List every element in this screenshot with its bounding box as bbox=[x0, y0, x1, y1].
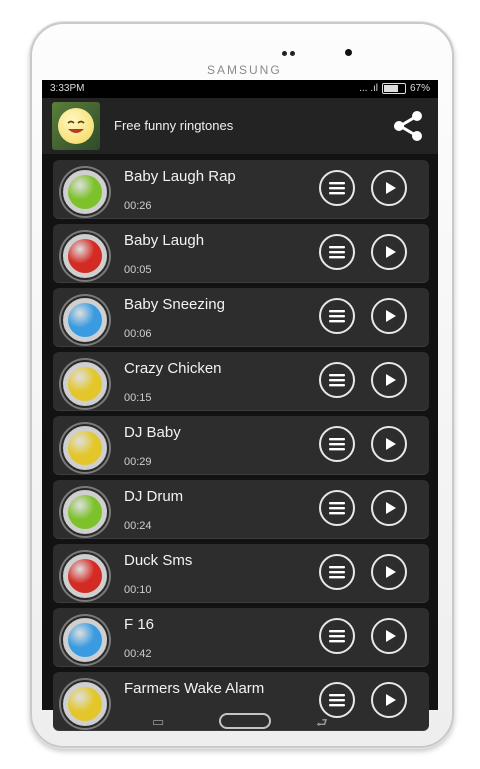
play-icon[interactable] bbox=[371, 362, 407, 398]
ringtone-duration: 00:42 bbox=[124, 648, 152, 660]
ringtone-duration: 00:05 bbox=[124, 264, 152, 276]
device-nav-bar: ▭ ⮐ bbox=[42, 710, 438, 734]
recent-apps-key[interactable]: ▭ bbox=[152, 714, 164, 730]
menu-icon[interactable] bbox=[319, 170, 355, 206]
battery-level: 67% bbox=[409, 83, 430, 94]
ringtone-lamp-icon bbox=[61, 488, 109, 536]
ringtone-lamp-icon bbox=[61, 616, 109, 664]
ringtone-duration: 00:26 bbox=[124, 200, 152, 212]
ringtone-row[interactable]: Baby Laugh Rap 00:26 bbox=[53, 160, 429, 219]
menu-icon[interactable] bbox=[319, 490, 355, 526]
status-bar: 3:33PM ... .ıl 67% bbox=[42, 80, 438, 98]
ringtone-name: Baby Sneezing bbox=[124, 296, 225, 313]
ringtone-lamp-icon bbox=[61, 168, 109, 216]
sensor-dot bbox=[282, 51, 287, 56]
play-icon[interactable] bbox=[371, 234, 407, 270]
ringtone-duration: 00:06 bbox=[124, 328, 152, 340]
ringtone-lamp-icon bbox=[61, 296, 109, 344]
ringtone-name: F 16 bbox=[124, 616, 155, 633]
menu-icon[interactable] bbox=[319, 362, 355, 398]
ringtone-row[interactable]: Baby Sneezing 00:06 bbox=[53, 288, 429, 347]
play-icon[interactable] bbox=[371, 170, 407, 206]
ringtone-duration: 00:29 bbox=[124, 456, 152, 468]
ringtone-lamp-icon bbox=[61, 360, 109, 408]
ringtone-row[interactable]: Duck Sms 00:10 bbox=[53, 544, 429, 603]
ringtone-list: Baby Laugh Rap 00:26 Baby Laugh 00:05 Baby S… bbox=[53, 160, 429, 736]
brand-label: SAMSUNG bbox=[207, 63, 282, 77]
sensor-dot bbox=[290, 51, 295, 56]
ringtone-name: Duck Sms bbox=[124, 552, 193, 569]
ringtone-name: DJ Baby bbox=[124, 424, 181, 441]
back-key[interactable]: ⮐ bbox=[316, 714, 328, 736]
ringtone-duration: 00:10 bbox=[124, 584, 152, 596]
app-title: Free funny ringtones bbox=[114, 118, 234, 133]
ringtone-name: Crazy Chicken bbox=[124, 360, 222, 377]
ringtone-lamp-icon bbox=[61, 232, 109, 280]
ringtone-name: Baby Laugh Rap bbox=[124, 168, 236, 185]
app-bar: Free funny ringtones bbox=[42, 98, 438, 154]
status-time: 3:33PM bbox=[50, 83, 85, 94]
menu-icon[interactable] bbox=[319, 618, 355, 654]
menu-icon[interactable] bbox=[319, 298, 355, 334]
menu-icon[interactable] bbox=[319, 234, 355, 270]
ringtone-name: Farmers Wake Alarm bbox=[124, 680, 265, 697]
home-key[interactable] bbox=[219, 713, 271, 729]
front-camera bbox=[345, 49, 352, 56]
play-icon[interactable] bbox=[371, 426, 407, 462]
ringtone-name: DJ Drum bbox=[124, 488, 184, 505]
menu-icon[interactable] bbox=[319, 554, 355, 590]
play-icon[interactable] bbox=[371, 298, 407, 334]
ringtone-row[interactable]: DJ Drum 00:24 bbox=[53, 480, 429, 539]
ringtone-duration: 00:24 bbox=[124, 520, 152, 532]
smiley-app-icon bbox=[52, 102, 100, 150]
battery-icon bbox=[381, 83, 406, 94]
ringtone-row[interactable]: Baby Laugh 00:05 bbox=[53, 224, 429, 283]
play-icon[interactable] bbox=[371, 490, 407, 526]
share-icon[interactable] bbox=[390, 108, 426, 144]
ringtone-row[interactable]: Crazy Chicken 00:15 bbox=[53, 352, 429, 411]
ringtone-duration: 00:15 bbox=[124, 392, 152, 404]
ringtone-name: Baby Laugh bbox=[124, 232, 205, 249]
signal-icon: ... .ıl bbox=[359, 83, 378, 94]
play-icon[interactable] bbox=[371, 618, 407, 654]
play-icon[interactable] bbox=[371, 554, 407, 590]
ringtone-row[interactable]: DJ Baby 00:29 bbox=[53, 416, 429, 475]
status-right: ... .ıl 67% bbox=[359, 83, 430, 94]
menu-icon[interactable] bbox=[319, 426, 355, 462]
ringtone-lamp-icon bbox=[61, 552, 109, 600]
ringtone-row[interactable]: F 16 00:42 bbox=[53, 608, 429, 667]
ringtone-lamp-icon bbox=[61, 424, 109, 472]
